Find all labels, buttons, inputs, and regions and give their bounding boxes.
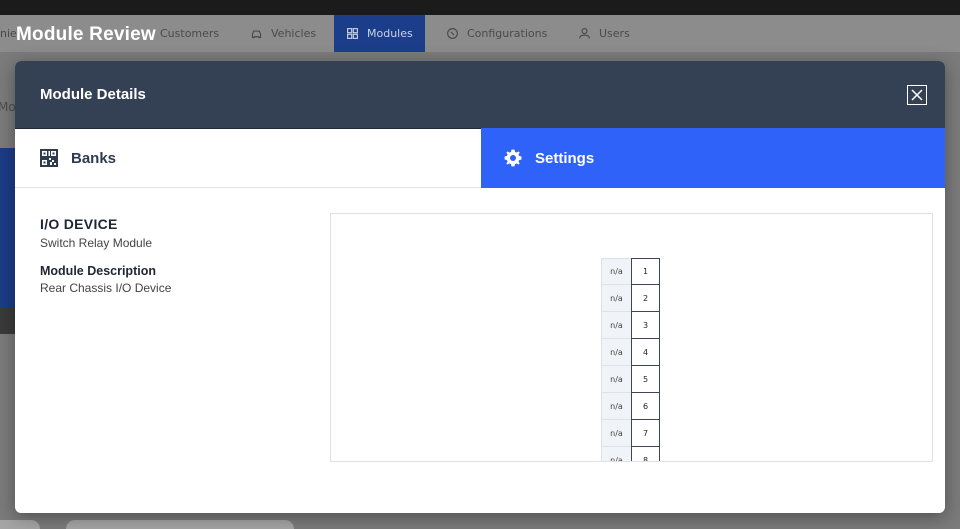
bank-row: n/a 8: [601, 447, 660, 461]
car-icon: [251, 30, 262, 39]
bank-row: n/a 1: [601, 258, 660, 285]
modal-header: Module Details: [15, 61, 945, 128]
bank-cell-number[interactable]: 8: [631, 447, 660, 461]
bank-cell-number[interactable]: 1: [631, 258, 660, 285]
nav-item-vehicles[interactable]: Vehicles: [250, 15, 316, 52]
modal-title: Module Details: [40, 86, 146, 103]
app-topbar: [0, 0, 960, 15]
nav-label-configurations: Configurations: [467, 27, 548, 40]
bank-cell-label: n/a: [601, 366, 631, 393]
tab-banks-label: Banks: [71, 149, 117, 167]
nav-item-customers[interactable]: Customers: [160, 15, 219, 52]
gear-icon: [504, 149, 522, 167]
bank-cell-label: n/a: [601, 393, 631, 420]
tab-settings-label: Settings: [535, 149, 595, 167]
bg-pill: [0, 520, 40, 529]
device-title: I/O DEVICE: [40, 216, 118, 232]
bank-row: n/a 2: [601, 285, 660, 312]
bg-dark-band: [0, 308, 15, 334]
bank-cell-number[interactable]: 3: [631, 312, 660, 339]
bank-cell-label: n/a: [601, 447, 631, 461]
nav-item-users[interactable]: Users: [578, 15, 630, 52]
user-icon: [579, 28, 590, 39]
nav-label-modules: Modules: [367, 27, 413, 40]
bank-cell-number[interactable]: 5: [631, 366, 660, 393]
bank-cell-label: n/a: [601, 420, 631, 447]
bank-row: n/a 3: [601, 312, 660, 339]
qr-grid-icon: [40, 149, 58, 167]
nav-label-customers: Customers: [160, 27, 220, 40]
nav-item-modules[interactable]: Modules: [334, 15, 425, 52]
close-button[interactable]: [907, 85, 927, 105]
description-value: Rear Chassis I/O Device: [40, 281, 172, 295]
bank-cell-number[interactable]: 7: [631, 420, 660, 447]
module-details-modal: Module Details Banks Settings I/O DEVICE…: [15, 61, 945, 513]
bank-cell-label: n/a: [601, 312, 631, 339]
nav-item-configurations[interactable]: Configurations: [446, 15, 547, 52]
bg-pill: [66, 520, 294, 529]
bank-grid: n/a 1 n/a 2 n/a 3 n/a 4 n/a 5 n/a 6 n/a …: [601, 258, 660, 461]
bg-blue-panel: [0, 148, 15, 308]
bank-panel: n/a 1 n/a 2 n/a 3 n/a 4 n/a 5 n/a 6 n/a …: [330, 213, 933, 462]
bank-row: n/a 7: [601, 420, 660, 447]
close-icon: [911, 89, 923, 101]
side-partial-text: Mo: [0, 100, 16, 114]
device-details: I/O DEVICE Switch Relay Module Module De…: [40, 216, 320, 295]
nav-label-vehicles: Vehicles: [271, 27, 317, 40]
bank-cell-label: n/a: [601, 258, 631, 285]
page-title: Module Review: [16, 24, 156, 45]
sliders-icon: [447, 28, 458, 39]
nav-label-users: Users: [599, 27, 630, 40]
device-subtitle: Switch Relay Module: [40, 236, 153, 250]
bank-cell-number[interactable]: 6: [631, 393, 660, 420]
bank-row: n/a 6: [601, 393, 660, 420]
tab-settings[interactable]: Settings: [481, 128, 945, 188]
bank-cell-number[interactable]: 2: [631, 285, 660, 312]
description-label: Module Description: [40, 264, 156, 278]
bank-cell-number[interactable]: 4: [631, 339, 660, 366]
bank-row: n/a 4: [601, 339, 660, 366]
modal-tabs: Banks Settings: [15, 128, 945, 188]
bank-cell-label: n/a: [601, 339, 631, 366]
tab-banks[interactable]: Banks: [15, 128, 481, 188]
grid-icon: [347, 28, 358, 39]
bank-cell-label: n/a: [601, 285, 631, 312]
nav-item-partial: nie: [0, 27, 17, 40]
bank-row: n/a 5: [601, 366, 660, 393]
